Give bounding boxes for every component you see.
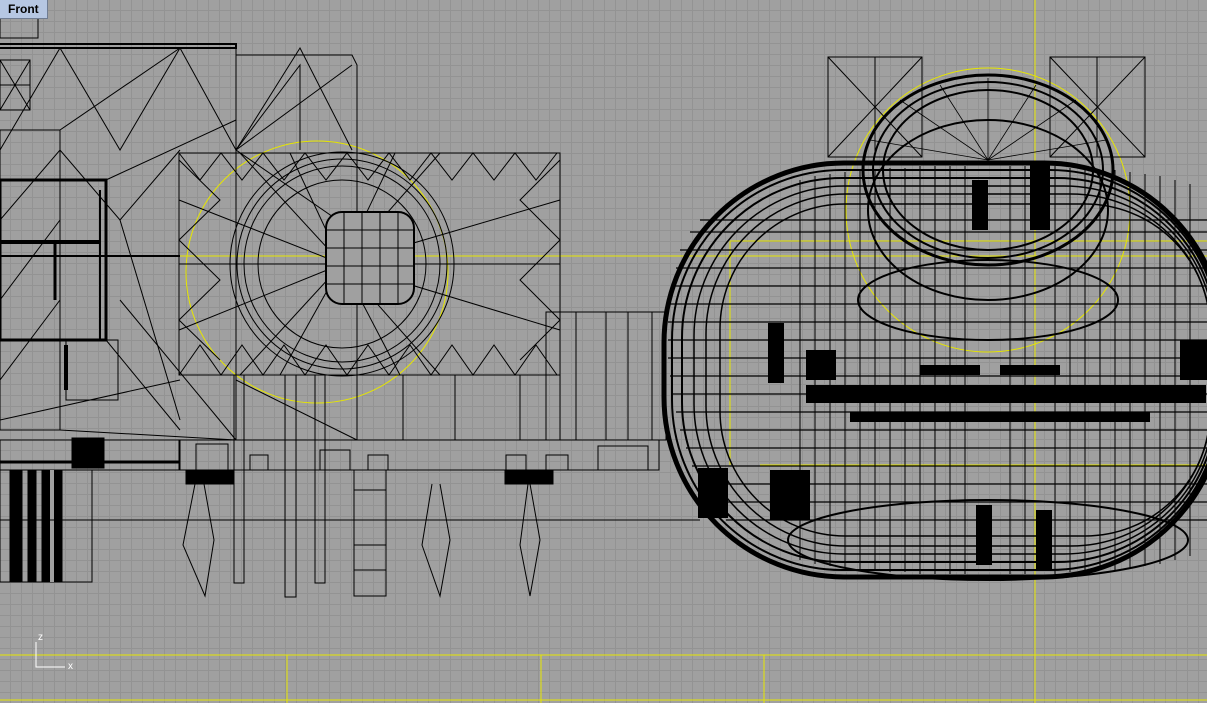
viewport-title-tab[interactable]: Front bbox=[0, 0, 48, 19]
center-cube-wireframe bbox=[178, 151, 667, 598]
axis-label-x: x bbox=[68, 661, 73, 672]
construction-lines bbox=[0, 0, 1207, 703]
world-axis-icon: z x bbox=[35, 632, 73, 672]
right-capsule-wireframe bbox=[661, 56, 1207, 581]
viewport-canvas[interactable]: z x bbox=[0, 0, 1207, 703]
axis-label-z: z bbox=[38, 632, 43, 643]
front-viewport[interactable]: Front z x bbox=[0, 0, 1207, 703]
